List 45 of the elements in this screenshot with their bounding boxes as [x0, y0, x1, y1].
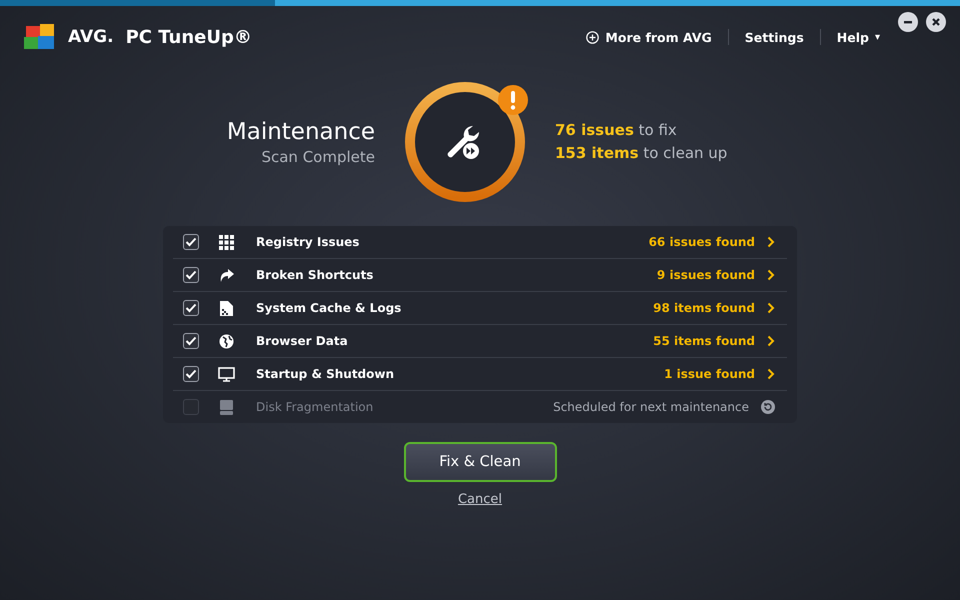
globe-icon — [218, 334, 234, 348]
checkbox[interactable] — [183, 267, 199, 283]
section-title: Maintenance — [226, 118, 375, 144]
grid-icon — [218, 234, 234, 250]
checkbox[interactable] — [183, 300, 199, 316]
warning-badge-icon — [497, 84, 529, 116]
summary-count: 153 items to clean up — [555, 143, 728, 164]
close-button[interactable] — [926, 12, 946, 32]
fix-clean-button[interactable]: Fix & Clean — [404, 442, 556, 482]
chevron-right-icon[interactable] — [767, 302, 775, 314]
checkbox[interactable] — [183, 333, 199, 349]
close-icon — [931, 17, 941, 27]
chevron-right-icon[interactable] — [767, 368, 775, 380]
checkbox[interactable] — [183, 234, 199, 250]
summary-count: 76 issues to fix — [555, 120, 678, 141]
result-text: 55 items found — [653, 334, 755, 348]
category-label: Disk Fragmentation — [256, 400, 374, 414]
category-label: System Cache & Logs — [256, 301, 402, 315]
category-label: Startup & Shutdown — [256, 367, 396, 381]
cancel-link[interactable]: Cancel — [458, 492, 502, 507]
result-text: Scheduled for next maintenance — [553, 400, 749, 414]
monitor-icon — [218, 366, 234, 382]
chevron-right-icon[interactable] — [767, 269, 775, 281]
minimize-button[interactable] — [898, 12, 918, 32]
result-text: 9 issues found — [656, 268, 755, 282]
header-link[interactable]: More from AVG — [586, 30, 712, 44]
result-text: 1 issue found — [664, 367, 755, 381]
chevron-right-icon[interactable] — [767, 335, 775, 347]
refresh-icon — [761, 400, 775, 414]
hard-drive-icon — [220, 400, 232, 414]
result-text: 98 items found — [653, 301, 755, 315]
scan-status: Scan Complete — [260, 148, 375, 166]
header-link[interactable]: Settings — [744, 30, 804, 44]
product-name: PC TuneUp® — [126, 26, 252, 48]
checkbox[interactable] — [183, 366, 199, 382]
chevron-right-icon[interactable] — [767, 236, 775, 248]
category-label: Registry Issues — [256, 235, 360, 249]
category-label: Browser Data — [256, 334, 349, 348]
plus-circle-icon — [586, 30, 600, 44]
curved-arrow-icon — [218, 268, 234, 282]
category-label: Broken Shortcuts — [256, 268, 374, 282]
file-icon — [220, 300, 232, 316]
logo-text: AVG. — [68, 27, 114, 47]
result-text: 66 issues found — [648, 235, 755, 249]
header-link[interactable]: Help ▾ — [836, 30, 880, 44]
